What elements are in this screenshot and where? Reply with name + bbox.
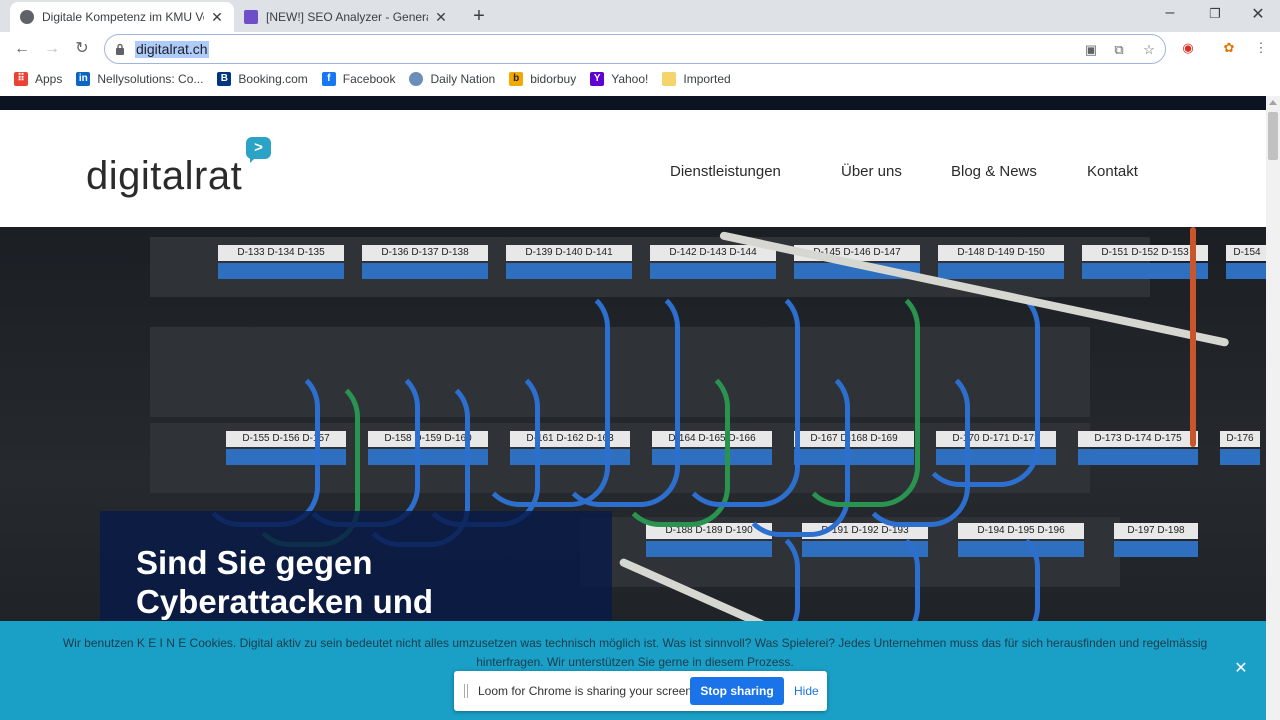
bookmark-booking[interactable]: B Booking.com <box>217 72 308 86</box>
tab-title: [NEW!] SEO Analyzer - Generate <box>266 10 428 24</box>
booking-icon: B <box>217 72 232 86</box>
window-close-icon[interactable]: ✕ <box>1248 4 1268 24</box>
hero-title: Sind Sie gegen Cyberattacken und <box>136 544 434 620</box>
patch-panel-label: D-133 D-134 D-135 <box>218 245 344 261</box>
patch-panel-label: D-154 <box>1226 245 1266 261</box>
restore-icon[interactable]: ❐ <box>1205 6 1225 22</box>
scroll-thumb[interactable] <box>1268 112 1278 160</box>
browser-chrome: Digitale Kompetenz im KMU Ver ✕ [NEW!] S… <box>0 0 1280 96</box>
patch-panel-ports <box>218 263 344 279</box>
patch-panel-ports <box>938 263 1064 279</box>
hide-link[interactable]: Hide <box>794 684 819 698</box>
apps-grid-icon: ⠿ <box>14 72 28 86</box>
patch-panel-ports <box>362 263 488 279</box>
daily-nation-icon <box>409 72 424 86</box>
globe-icon <box>20 10 34 24</box>
yahoo-icon: Y <box>590 72 605 86</box>
tab-close-icon[interactable]: ✕ <box>210 9 224 26</box>
menu-icon[interactable]: ⋮ <box>1252 39 1270 57</box>
translate-icon[interactable]: ⧉ <box>1111 42 1127 58</box>
address-bar[interactable]: digitalrat.ch ▣ ⧉ ☆ <box>104 34 1166 64</box>
bookmark-nellysolutions[interactable]: in Nellysolutions: Co... <box>76 72 203 86</box>
orange-cable <box>1190 227 1196 447</box>
bookmark-daily-nation[interactable]: Daily Nation <box>409 72 495 86</box>
patch-panel-ports <box>1078 449 1198 465</box>
patch-panel-label: D-136 D-137 D-138 <box>362 245 488 261</box>
folder-icon <box>662 72 677 86</box>
minimize-icon[interactable]: – <box>1160 4 1180 22</box>
patch-panel-ports <box>1226 263 1266 279</box>
bookmark-imported[interactable]: Imported <box>662 72 731 86</box>
site-header: digitalrat > Dienstleistungen Über uns B… <box>0 110 1266 227</box>
patch-panel-ports <box>1114 541 1198 557</box>
patch-panel-label: D-197 D-198 <box>1114 523 1198 539</box>
plus-icon[interactable]: + <box>470 5 488 28</box>
cookie-blocked-icon[interactable]: ▣ <box>1083 42 1099 58</box>
patch-panel-label: D-176 <box>1220 431 1260 447</box>
stop-sharing-button[interactable]: Stop sharing <box>690 677 784 705</box>
bookmark-apps[interactable]: ⠿ Apps <box>14 72 62 86</box>
reload-icon[interactable]: ↻ <box>71 38 93 60</box>
url-text[interactable]: digitalrat.ch <box>135 41 209 58</box>
bookmark-star-icon[interactable]: ☆ <box>1141 42 1157 58</box>
patch-panel-ports <box>506 263 632 279</box>
toolbar: ← → ↻ digitalrat.ch ▣ ⧉ ☆ ◉ ✿ ⋮ <box>0 32 1280 66</box>
patch-panel-label: D-139 D-140 D-141 <box>506 245 632 261</box>
bookmark-yahoo[interactable]: Y Yahoo! <box>590 72 648 86</box>
bookmark-bidorbuy[interactable]: b bidorbuy <box>509 72 576 86</box>
logo-chat-bubble-icon: > <box>246 137 271 159</box>
tab-strip: Digitale Kompetenz im KMU Ver ✕ [NEW!] S… <box>0 0 1280 32</box>
nav-ueber-uns[interactable]: Über uns <box>841 163 902 180</box>
patch-panel-label: D-173 D-174 D-175 <box>1078 431 1198 447</box>
lock-icon <box>116 43 124 55</box>
nav-kontakt[interactable]: Kontakt <box>1087 163 1138 180</box>
patch-panel-label: D-142 D-143 D-144 <box>650 245 776 261</box>
seo-analyzer-icon <box>244 10 258 24</box>
nav-dienstleistungen[interactable]: Dienstleistungen <box>670 163 781 180</box>
patch-panel-ports <box>1220 449 1260 465</box>
extension-icon[interactable]: ◉ <box>1179 39 1197 57</box>
scroll-up-arrow-icon[interactable] <box>1269 100 1277 105</box>
tab-title: Digitale Kompetenz im KMU Ver <box>42 10 204 24</box>
patch-panel-label: D-148 D-149 D-150 <box>938 245 1064 261</box>
bookmarks-bar: ⠿ Apps in Nellysolutions: Co... B Bookin… <box>0 66 1280 92</box>
tab-digitalrat[interactable]: Digitale Kompetenz im KMU Ver ✕ <box>10 2 234 32</box>
tab-close-icon[interactable]: ✕ <box>434 9 448 26</box>
patch-panel-ports <box>650 263 776 279</box>
close-icon[interactable]: ✕ <box>1233 661 1249 677</box>
tab-seo-analyzer[interactable]: [NEW!] SEO Analyzer - Generate ✕ <box>234 2 458 32</box>
loom-message: Loom for Chrome is sharing your screen. <box>478 684 696 698</box>
logo-bubble-tail <box>250 157 256 163</box>
page-scrollbar[interactable] <box>1266 96 1280 720</box>
drag-handle-icon[interactable] <box>464 684 468 698</box>
bidorbuy-icon: b <box>509 72 524 86</box>
network-cable <box>920 287 1040 487</box>
nav-blog-news[interactable]: Blog & News <box>951 163 1037 180</box>
site-topbar <box>0 96 1266 110</box>
bookmark-facebook[interactable]: f Facebook <box>321 72 395 86</box>
linkedin-icon: in <box>76 72 91 86</box>
loom-extension-icon[interactable]: ✿ <box>1220 39 1238 57</box>
cookie-banner-text: Wir benutzen K E I N E Cookies. Digital … <box>62 636 1208 669</box>
forward-arrow-icon[interactable]: → <box>41 38 63 60</box>
facebook-icon: f <box>321 72 336 86</box>
back-arrow-icon[interactable]: ← <box>11 38 33 60</box>
site-logo[interactable]: digitalrat <box>86 154 242 199</box>
loom-sharing-bar: Loom for Chrome is sharing your screen. … <box>454 671 827 711</box>
